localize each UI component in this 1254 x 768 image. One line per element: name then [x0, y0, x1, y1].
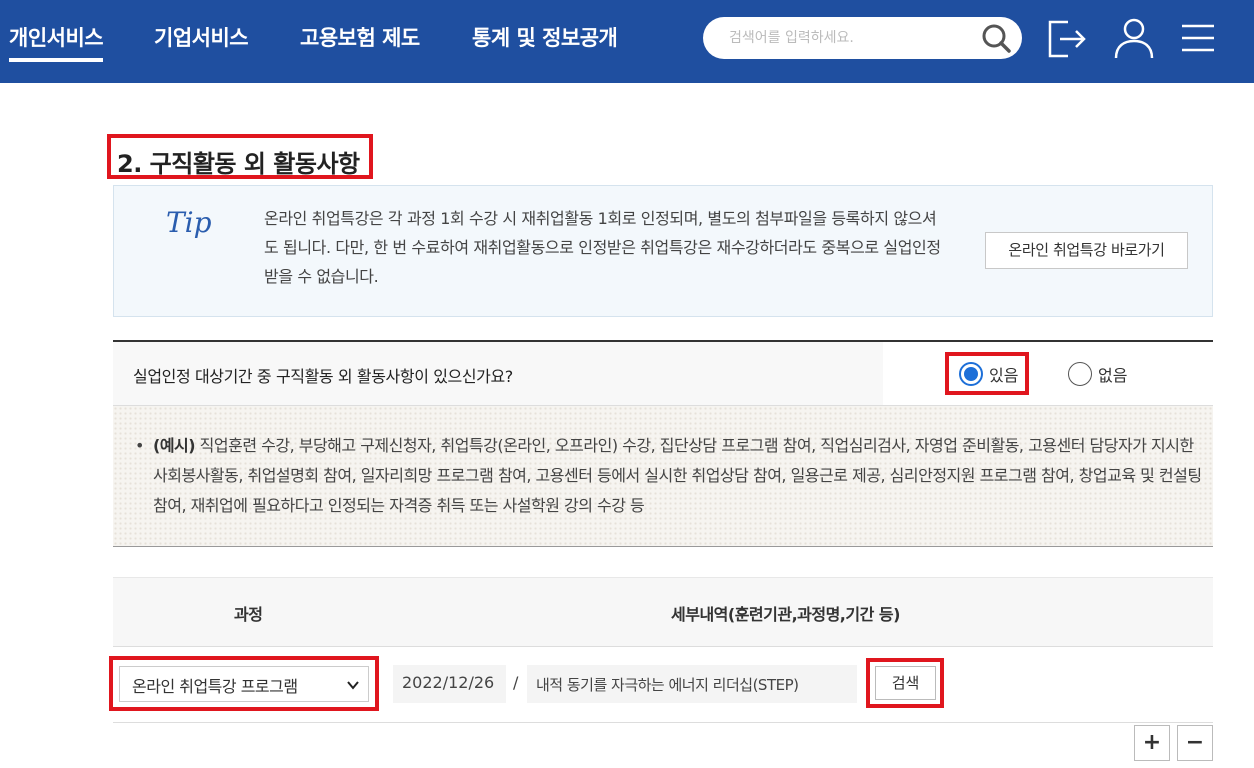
top-navigation-bar: 개인서비스 기업서비스 고용보험 제도 통계 및 정보공개: [0, 0, 1254, 83]
logout-icon[interactable]: [1044, 14, 1092, 62]
radio-label-yes: 있음: [989, 365, 1019, 385]
course-select[interactable]: 온라인 취업특강 프로그램: [119, 666, 369, 702]
tip-box: Tip 온라인 취업특강은 각 과정 1회 수강 시 재취업활동 1회로 인정되…: [113, 185, 1213, 317]
example-text: (예시) 직업훈련 수강, 부당해고 구제신청자, 취업특강(온라인, 오프라인…: [153, 431, 1203, 521]
example-prefix: (예시): [153, 436, 196, 455]
column-header-detail: 세부내역(훈련기관,과정명,기간 등): [671, 605, 900, 624]
question-row: 실업인정 대상기간 중 구직활동 외 활동사항이 있으신가요? 있음 없음: [113, 340, 1213, 406]
separator: /: [513, 673, 519, 692]
course-select-value: 온라인 취업특강 프로그램: [132, 677, 298, 696]
radio-unchecked-icon[interactable]: [1068, 361, 1092, 386]
radio-option-no[interactable]: 없음: [1068, 352, 1127, 395]
nav-item-personal-services[interactable]: 개인서비스: [9, 22, 104, 62]
search-button-highlight: 검색: [866, 658, 944, 708]
chevron-down-icon: [347, 681, 359, 690]
radio-label-no: 없음: [1098, 365, 1128, 385]
add-row-button[interactable]: +: [1134, 725, 1170, 761]
nav-item-employment-insurance[interactable]: 고용보험 제도: [300, 22, 420, 52]
section-title: 2. 구직활동 외 활동사항: [107, 134, 373, 179]
example-body: 직업훈련 수강, 부당해고 구제신청자, 취업특강(온라인, 오프라인) 수강,…: [153, 436, 1202, 515]
search-button[interactable]: 검색: [875, 666, 936, 700]
nav-item-statistics[interactable]: 통계 및 정보공개: [472, 22, 618, 52]
tip-label: Tip: [166, 206, 212, 239]
question-label-cell: 실업인정 대상기간 중 구직활동 외 활동사항이 있으신가요?: [113, 342, 883, 405]
table-row: 온라인 취업특강 프로그램 2022/12/26 / 내적 동기를 자극하는 에…: [109, 647, 1213, 723]
bullet-icon: •: [135, 436, 145, 455]
nav-item-business-services[interactable]: 기업서비스: [154, 22, 249, 52]
radio-checked-icon[interactable]: [959, 361, 983, 386]
detail-field[interactable]: 내적 동기를 자극하는 에너지 리더십(STEP): [527, 665, 857, 703]
radio-option-yes[interactable]: 있음: [945, 352, 1029, 395]
tip-text: 온라인 취업특강은 각 과정 1회 수강 시 재취업활동 1회로 인정되며, 별…: [264, 209, 941, 286]
table-header: 과정 세부내역(훈련기관,과정명,기간 등): [113, 577, 1213, 647]
search-box: [703, 17, 1022, 59]
column-header-course: 과정: [234, 605, 263, 624]
menu-icon[interactable]: [1174, 14, 1222, 62]
example-box: • (예시) 직업훈련 수강, 부당해고 구제신청자, 취업특강(온라인, 오프…: [113, 406, 1213, 547]
search-input[interactable]: [729, 26, 969, 50]
remove-row-button[interactable]: −: [1177, 725, 1213, 761]
course-select-highlight: 온라인 취업특강 프로그램: [109, 656, 379, 711]
user-icon[interactable]: [1110, 14, 1158, 62]
online-lecture-shortcut-button[interactable]: 온라인 취업특강 바로가기: [985, 232, 1188, 269]
question-text: 실업인정 대상기간 중 구직활동 외 활동사항이 있으신가요?: [133, 367, 513, 386]
search-icon[interactable]: [980, 22, 1012, 54]
date-field[interactable]: 2022/12/26: [393, 665, 506, 703]
